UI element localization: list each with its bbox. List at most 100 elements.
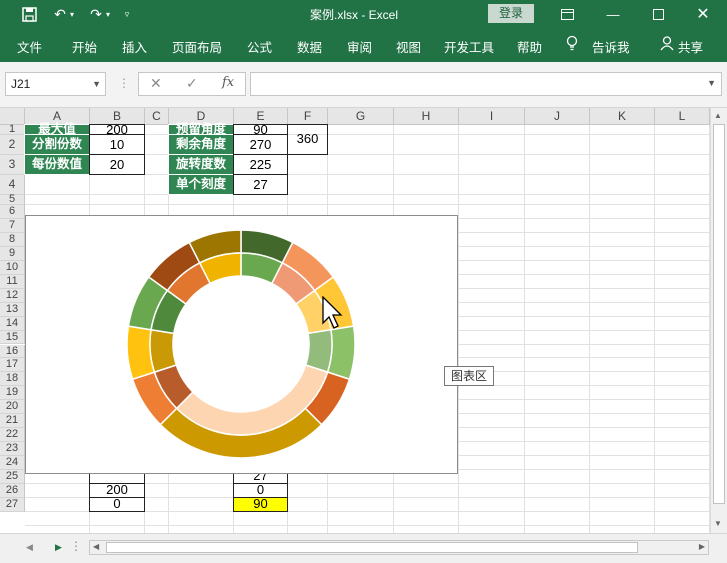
name-box[interactable]: J21 ▼ xyxy=(5,72,106,96)
maximize-icon[interactable] xyxy=(643,3,673,25)
row-header-24[interactable]: 24 xyxy=(0,456,25,471)
tab-formulas[interactable]: 公式 xyxy=(247,37,272,56)
tab-developer[interactable]: 开发工具 xyxy=(444,37,494,56)
column-header-l[interactable]: L xyxy=(655,108,710,125)
column-header-f[interactable]: F xyxy=(288,108,328,125)
row-header-19[interactable]: 19 xyxy=(0,386,25,401)
cell-d4[interactable]: 单个刻度 xyxy=(168,174,234,195)
row-header-25[interactable]: 25 xyxy=(0,470,25,484)
row-header-14[interactable]: 14 xyxy=(0,316,25,331)
row-header-26[interactable]: 26 xyxy=(0,484,25,498)
tab-help[interactable]: 帮助 xyxy=(517,37,542,56)
tab-insert[interactable]: 插入 xyxy=(122,37,147,56)
column-header-i[interactable]: I xyxy=(459,108,525,125)
save-icon[interactable] xyxy=(18,4,40,24)
tab-home[interactable]: 开始 xyxy=(72,37,97,56)
row-header-1[interactable]: 1 xyxy=(0,124,25,135)
horizontal-scroll-thumb[interactable] xyxy=(106,542,638,553)
column-header-g[interactable]: G xyxy=(328,108,394,125)
formula-input[interactable]: ▼ xyxy=(250,72,722,96)
row-header-20[interactable]: 20 xyxy=(0,400,25,415)
cell-e27[interactable]: 90 xyxy=(233,496,288,512)
row-header-21[interactable]: 21 xyxy=(0,414,25,429)
chart-area[interactable] xyxy=(25,215,458,474)
vertical-dots-icon: ⋮ xyxy=(70,539,82,553)
row-header-11[interactable]: 11 xyxy=(0,274,25,289)
vertical-scrollbar[interactable]: ▲ ▼ xyxy=(710,108,727,533)
sheet-prev-icon[interactable]: ◀ xyxy=(26,542,33,553)
column-header-j[interactable]: J xyxy=(525,108,590,125)
cell-a2[interactable]: 分割份数 xyxy=(24,134,90,155)
cell-b3[interactable]: 20 xyxy=(89,154,145,175)
undo-dropdown-icon[interactable]: ▾ xyxy=(67,4,77,24)
inner-ring-segment-7[interactable] xyxy=(149,328,178,374)
share-button[interactable]: 共享 xyxy=(678,37,703,56)
cell-b2[interactable]: 10 xyxy=(89,134,145,155)
gridline xyxy=(25,204,710,205)
row-header-8[interactable]: 8 xyxy=(0,232,25,247)
cell-b27[interactable]: 0 xyxy=(89,496,145,512)
tab-view[interactable]: 视图 xyxy=(396,37,421,56)
customize-toolbar-icon[interactable]: ▿ xyxy=(120,4,134,24)
user-icon[interactable] xyxy=(660,36,674,54)
row-header-16[interactable]: 16 xyxy=(0,344,25,359)
scroll-left-icon[interactable]: ◀ xyxy=(93,542,99,551)
scroll-down-icon[interactable]: ▼ xyxy=(714,519,722,528)
row-header-13[interactable]: 13 xyxy=(0,302,25,317)
tab-file[interactable]: 文件 xyxy=(17,37,42,56)
column-header-h[interactable]: H xyxy=(394,108,459,125)
scroll-right-icon[interactable]: ▶ xyxy=(699,542,705,551)
expand-formula-icon[interactable]: ▼ xyxy=(707,78,716,88)
row-header-6[interactable]: 6 xyxy=(0,205,25,219)
cancel-icon[interactable]: ✕ xyxy=(150,75,162,92)
insert-function-icon[interactable]: fx xyxy=(222,75,234,90)
gridline xyxy=(25,524,710,526)
row-header-3[interactable]: 3 xyxy=(0,155,25,175)
row-header-22[interactable]: 22 xyxy=(0,428,25,443)
cell-a3[interactable]: 每份数值 xyxy=(24,154,90,175)
enter-check-icon[interactable]: ✓ xyxy=(186,75,198,92)
close-icon[interactable]: ✕ xyxy=(688,3,718,25)
cell-f1-merged[interactable]: 360 xyxy=(287,124,328,155)
row-header-9[interactable]: 9 xyxy=(0,246,25,261)
cell-e3[interactable]: 225 xyxy=(233,154,288,175)
chevron-down-icon[interactable]: ▼ xyxy=(92,73,101,95)
row-header-4[interactable]: 4 xyxy=(0,175,25,195)
mouse-cursor-icon xyxy=(322,296,343,329)
tab-review[interactable]: 审阅 xyxy=(347,37,372,56)
name-box-value: J21 xyxy=(11,77,31,91)
tell-me-search[interactable]: 告诉我 xyxy=(592,37,630,56)
column-header-c[interactable]: C xyxy=(145,108,169,125)
row-header-15[interactable]: 15 xyxy=(0,330,25,345)
scroll-up-icon[interactable]: ▲ xyxy=(714,111,722,120)
row-header-27[interactable]: 27 xyxy=(0,497,25,512)
column-header-k[interactable]: K xyxy=(590,108,655,125)
row-header-17[interactable]: 17 xyxy=(0,358,25,373)
chart-area-tooltip: 图表区 xyxy=(444,366,494,386)
cell-e2[interactable]: 270 xyxy=(233,134,288,155)
donut-chart[interactable] xyxy=(26,216,457,473)
row-header-7[interactable]: 7 xyxy=(0,218,25,233)
tab-page-layout[interactable]: 页面布局 xyxy=(172,37,222,56)
formula-bar: J21 ▼ ⋮ ✕ ✓ fx ▼ xyxy=(0,62,727,108)
vertical-scroll-thumb[interactable] xyxy=(713,124,725,504)
cell-d3[interactable]: 旋转度数 xyxy=(168,154,234,175)
tab-data[interactable]: 数据 xyxy=(297,37,322,56)
row-header-10[interactable]: 10 xyxy=(0,260,25,275)
horizontal-scrollbar[interactable]: ◀ ▶ xyxy=(89,540,709,555)
row-header-2[interactable]: 2 xyxy=(0,135,25,155)
cell-e4[interactable]: 27 xyxy=(233,174,288,195)
redo-dropdown-icon[interactable]: ▾ xyxy=(103,4,113,24)
ribbon-display-icon[interactable] xyxy=(552,3,582,25)
sheet-next-icon[interactable]: ▶ xyxy=(55,542,62,553)
login-button[interactable]: 登录 xyxy=(488,4,534,23)
lightbulb-icon[interactable] xyxy=(566,35,578,54)
row-header-18[interactable]: 18 xyxy=(0,372,25,387)
title-bar: ↶ ▾ ↷ ▾ ▿ 案例.xlsx - Excel 登录 — ✕ xyxy=(0,0,727,28)
row-header-12[interactable]: 12 xyxy=(0,288,25,303)
minimize-icon[interactable]: — xyxy=(598,3,628,25)
cell-d2[interactable]: 剩余角度 xyxy=(168,134,234,155)
row-header-5[interactable]: 5 xyxy=(0,194,25,205)
row-header-23[interactable]: 23 xyxy=(0,442,25,457)
worksheet-grid[interactable]: ABCDEFGHIJKL 1 2 3 4 5 6 7 8 9 10 11 12 13 14 15 16 17 18… xyxy=(0,108,710,533)
